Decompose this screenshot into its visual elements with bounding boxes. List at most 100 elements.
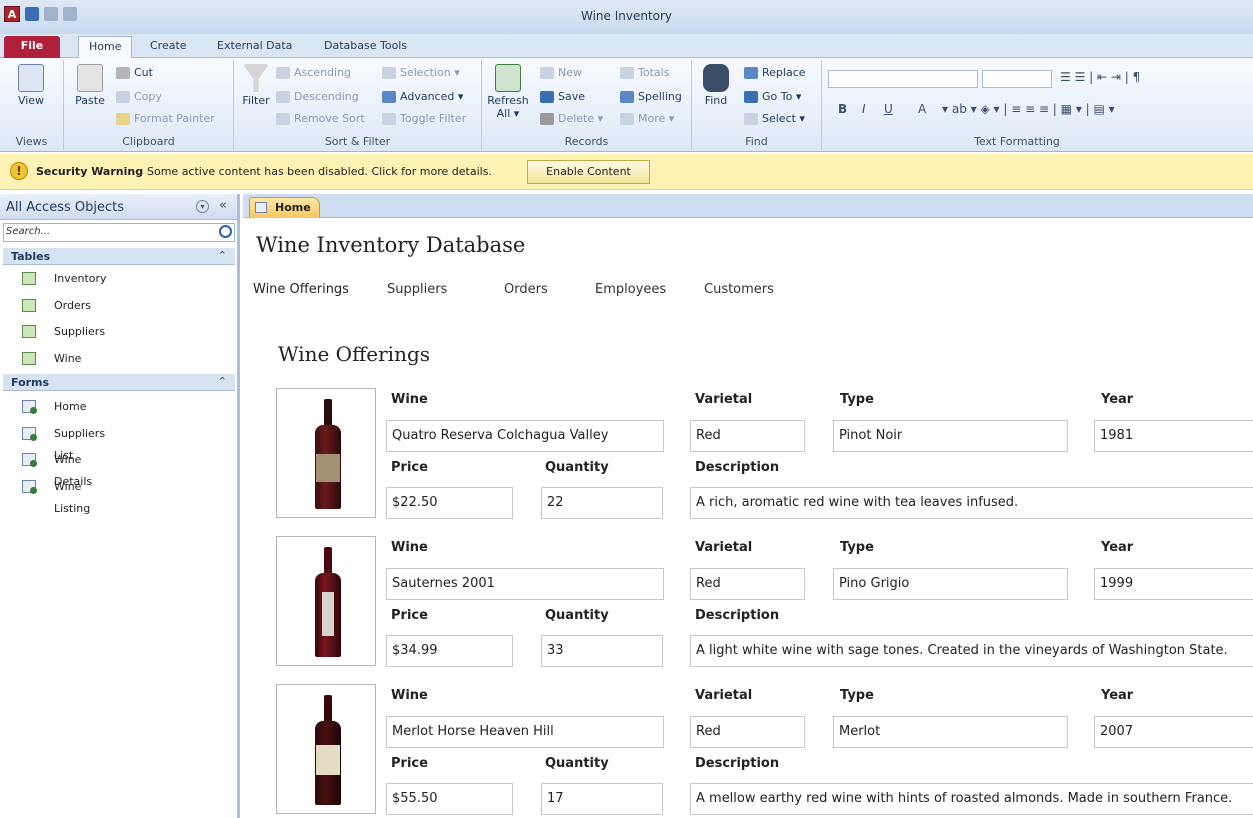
remove-sort-button[interactable]: Remove Sort xyxy=(276,110,365,128)
collapse-section-icon[interactable]: ⌃ xyxy=(218,249,227,262)
filter-button[interactable]: Filter xyxy=(238,64,274,107)
refresh-label: Refresh xyxy=(487,94,529,107)
price-field[interactable]: $55.50 xyxy=(386,783,513,815)
copy-button[interactable]: Copy xyxy=(116,88,162,106)
records-group: Refresh All ▾ New Save Delete ▾ Totals Sp… xyxy=(482,60,692,150)
varietal-field[interactable]: Red xyxy=(690,716,805,748)
price-field[interactable]: $22.50 xyxy=(386,487,513,519)
find-group-label: Find xyxy=(745,135,768,148)
selection-button[interactable]: Selection ▾ xyxy=(382,64,460,82)
binoculars-icon xyxy=(703,64,729,92)
year-field[interactable]: 1981 xyxy=(1094,420,1253,452)
totals-button[interactable]: Totals xyxy=(620,64,669,82)
navigation-pane: All Access Objects ▾ « Search... Tables ⌃… xyxy=(0,194,240,818)
type-field[interactable]: Merlot xyxy=(833,716,1068,748)
format-painter-button[interactable]: Format Painter xyxy=(116,110,215,128)
security-warning-title: Security Warning xyxy=(36,165,144,178)
delete-record-button[interactable]: Delete ▾ xyxy=(540,110,603,128)
nav-item-label: Home xyxy=(54,400,87,413)
wine-field[interactable]: Sauternes 2001 xyxy=(386,568,664,600)
funnel-icon xyxy=(243,64,269,92)
sigma-icon xyxy=(620,67,634,79)
title-bar: A Wine Inventory xyxy=(0,0,1253,34)
cut-button[interactable]: Cut xyxy=(116,64,153,82)
form-icon xyxy=(255,202,267,213)
document-tab-home[interactable]: Home xyxy=(249,197,320,218)
tab-create[interactable]: Create xyxy=(140,36,197,58)
quantity-field[interactable]: 22 xyxy=(541,487,663,519)
advanced-button[interactable]: Advanced ▾ xyxy=(382,88,463,106)
security-warning-message[interactable]: Some active content has been disabled. C… xyxy=(147,165,492,178)
document-tab-strip: Home xyxy=(243,194,1253,218)
document-tab-label: Home xyxy=(275,201,311,214)
highlight-icon[interactable]: ▾ ab ▾ ◈ ▾ | ≡ ≡ ≡ | ▦ ▾ | ▤ ▾ xyxy=(942,102,1115,116)
collapse-pane-icon[interactable]: « xyxy=(219,198,227,213)
goto-button[interactable]: Go To ▾ xyxy=(744,88,801,106)
font-name-select[interactable] xyxy=(828,70,978,88)
italic-button[interactable]: I xyxy=(862,102,866,116)
collapse-section-icon[interactable]: ⌃ xyxy=(218,375,227,388)
search-icon[interactable] xyxy=(219,225,232,238)
type-label: Type xyxy=(840,392,874,407)
description-field[interactable]: A mellow earthy red wine with hints of r… xyxy=(690,783,1253,815)
year-field[interactable]: 2007 xyxy=(1094,716,1253,748)
quantity-label: Quantity xyxy=(545,608,609,623)
tab-file[interactable]: File xyxy=(4,36,60,58)
replace-button[interactable]: Replace xyxy=(744,64,806,82)
tab-home[interactable]: Home xyxy=(78,36,133,58)
tab-database-tools[interactable]: Database Tools xyxy=(314,36,417,58)
ascending-button[interactable]: Ascending xyxy=(276,64,351,82)
wine-bottle-image xyxy=(276,536,376,666)
type-label: Type xyxy=(840,688,874,703)
form-nav-employees[interactable]: Employees xyxy=(595,282,666,297)
ascending-label: Ascending xyxy=(294,66,352,79)
more-button[interactable]: More ▾ xyxy=(620,110,674,128)
varietal-field[interactable]: Red xyxy=(690,568,805,600)
wine-field[interactable]: Quatro Reserva Colchagua Valley xyxy=(386,420,664,452)
nav-pane-header[interactable]: All Access Objects ▾ « xyxy=(0,194,237,220)
views-group-label: Views xyxy=(15,135,48,148)
form-nav-orders[interactable]: Orders xyxy=(504,282,548,297)
price-field[interactable]: $34.99 xyxy=(386,635,513,667)
quantity-field[interactable]: 33 xyxy=(541,635,663,667)
view-button[interactable]: View xyxy=(6,64,56,107)
tab-external-data[interactable]: External Data xyxy=(207,36,302,58)
varietal-field[interactable]: Red xyxy=(690,420,805,452)
type-field[interactable]: Pinot Noir xyxy=(833,420,1068,452)
save-record-button[interactable]: Save xyxy=(540,88,585,106)
arrow-right-icon xyxy=(744,91,758,103)
type-field[interactable]: Pino Grigio xyxy=(833,568,1068,600)
descending-label: Descending xyxy=(294,90,359,103)
form-nav-wine-offerings[interactable]: Wine Offerings xyxy=(253,282,349,297)
descending-button[interactable]: Descending xyxy=(276,88,359,106)
toggle-filter-button[interactable]: Toggle Filter xyxy=(382,110,466,128)
bullets-icon[interactable]: ☰ ☰ | ⇤ ⇥ | ¶ xyxy=(1060,70,1140,84)
description-field[interactable]: A rich, aromatic red wine with tea leave… xyxy=(690,487,1253,519)
refresh-all-button[interactable]: Refresh All ▾ xyxy=(486,64,530,120)
search-input[interactable]: Search... xyxy=(3,223,235,242)
font-color-button[interactable]: A xyxy=(918,102,926,116)
nav-item-label: Wine xyxy=(54,352,82,365)
form-nav-customers[interactable]: Customers xyxy=(704,282,774,297)
quantity-field[interactable]: 17 xyxy=(541,783,663,815)
more-icon xyxy=(620,113,634,125)
description-field[interactable]: A light white wine with sage tones. Crea… xyxy=(690,635,1253,667)
enable-content-button[interactable]: Enable Content xyxy=(527,160,650,184)
tables-section-header[interactable]: Tables ⌃ xyxy=(3,248,235,265)
forms-section-header[interactable]: Forms ⌃ xyxy=(3,374,235,391)
chevron-down-icon[interactable]: ▾ xyxy=(196,200,209,213)
form-nav-suppliers[interactable]: Suppliers xyxy=(387,282,447,297)
underline-button[interactable]: U xyxy=(884,102,893,116)
bold-button[interactable]: B xyxy=(838,102,847,116)
select-button[interactable]: Select ▾ xyxy=(744,110,805,128)
find-button[interactable]: Find xyxy=(696,64,736,107)
wine-field[interactable]: Merlot Horse Heaven Hill xyxy=(386,716,664,748)
spelling-button[interactable]: Spelling xyxy=(620,88,682,106)
price-label: Price xyxy=(391,756,428,771)
sort-ascending-icon xyxy=(276,67,290,79)
new-record-button[interactable]: New xyxy=(540,64,582,82)
brush-icon xyxy=(116,113,130,125)
year-field[interactable]: 1999 xyxy=(1094,568,1253,600)
font-size-select[interactable] xyxy=(982,70,1052,88)
paste-button[interactable]: Paste xyxy=(70,64,110,107)
